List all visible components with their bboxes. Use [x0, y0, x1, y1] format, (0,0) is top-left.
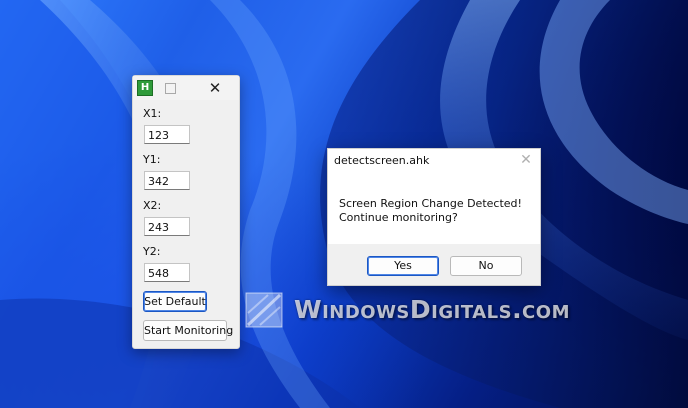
y1-input[interactable]: 342 — [144, 171, 190, 190]
start-monitoring-button[interactable]: Start Monitoring — [143, 320, 233, 341]
x2-label: X2: — [143, 199, 162, 212]
close-icon[interactable]: ✕ — [205, 78, 225, 98]
y2-input[interactable]: 548 — [144, 263, 190, 282]
dialog-button-bar: Yes No — [328, 244, 540, 285]
dialog-title: detectscreen.ahk — [334, 154, 430, 167]
x1-label: X1: — [143, 107, 162, 120]
yes-button[interactable]: Yes — [367, 256, 439, 276]
x1-input[interactable]: 123 — [144, 125, 190, 144]
dialog-message: Screen Region Change Detected! Continue … — [339, 197, 522, 225]
y2-label: Y2: — [143, 245, 161, 258]
close-icon[interactable]: ✕ — [517, 151, 535, 169]
message-line-1: Screen Region Change Detected! — [339, 197, 522, 210]
autohotkey-icon: H — [137, 80, 153, 96]
set-default-button[interactable]: Set Default — [143, 291, 207, 312]
maximize-icon[interactable] — [165, 83, 176, 94]
no-button[interactable]: No — [450, 256, 522, 276]
message-line-2: Continue monitoring? — [339, 211, 458, 224]
message-box-dialog: detectscreen.ahk ✕ Screen Region Change … — [327, 148, 541, 286]
windows-logo-icon — [245, 292, 283, 328]
watermark-text: WindowsDigitals.com — [294, 295, 570, 324]
y1-label: Y1: — [143, 153, 161, 166]
desktop-wallpaper: H ✕ X1: 123 Y1: 342 X2: 243 Y2: 548 Set … — [0, 0, 688, 408]
ahk-titlebar[interactable]: H ✕ — [133, 76, 239, 100]
ahk-gui-window: H ✕ X1: 123 Y1: 342 X2: 243 Y2: 548 Set … — [132, 75, 240, 349]
x2-input[interactable]: 243 — [144, 217, 190, 236]
